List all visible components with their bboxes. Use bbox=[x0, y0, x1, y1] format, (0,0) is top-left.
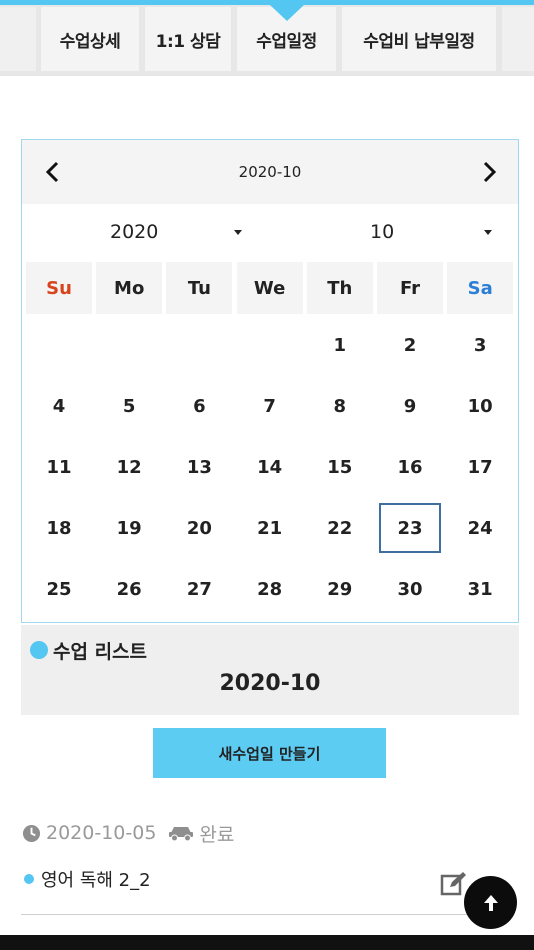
tab-bar: 수업상세 1:1 상담 수업일정 수업비 납부일정 bbox=[0, 0, 534, 76]
lesson-meta: 2020-10-05 완료 bbox=[22, 820, 234, 846]
calendar-day[interactable]: 17 bbox=[449, 442, 511, 492]
calendar-selects: 2020 10 bbox=[22, 204, 518, 260]
bullet-icon bbox=[24, 874, 34, 884]
calendar-day[interactable]: 8 bbox=[309, 381, 371, 431]
tab-lesson-detail[interactable]: 수업상세 bbox=[41, 7, 139, 71]
caret-down-icon bbox=[234, 230, 242, 235]
tab-edge-right bbox=[502, 7, 534, 71]
chevron-left-icon bbox=[45, 161, 59, 183]
calendar-day[interactable]: 22 bbox=[309, 503, 371, 553]
calendar-day[interactable]: 31 bbox=[449, 564, 511, 614]
system-navigation-bar bbox=[0, 935, 534, 950]
calendar-day[interactable]: 11 bbox=[28, 442, 90, 492]
arrow-up-icon bbox=[483, 894, 498, 911]
lesson-item[interactable]: 영어 독해 2_2 bbox=[24, 866, 151, 892]
lesson-list-month: 2020-10 bbox=[219, 671, 321, 696]
calendar-day[interactable]: 6 bbox=[168, 381, 230, 431]
calendar-day[interactable]: 1 bbox=[309, 320, 371, 370]
tab-bar-accent-line bbox=[0, 0, 534, 5]
calendar-day[interactable]: 27 bbox=[168, 564, 230, 614]
calendar-day[interactable]: 16 bbox=[379, 442, 441, 492]
prev-month-button[interactable] bbox=[34, 154, 70, 190]
calendar-day[interactable]: 3 bbox=[449, 320, 511, 370]
calendar-day[interactable]: 29 bbox=[309, 564, 371, 614]
weekday-header-row: Su Mo Tu We Th Fr Sa bbox=[26, 262, 516, 314]
weekday-tu: Tu bbox=[166, 262, 233, 314]
calendar-day[interactable]: 21 bbox=[239, 503, 301, 553]
lesson-status: 완료 bbox=[199, 823, 235, 846]
calendar-day[interactable]: 9 bbox=[379, 381, 441, 431]
tab-lesson-schedule[interactable]: 수업일정 bbox=[237, 5, 336, 71]
calendar-day[interactable]: 2 bbox=[379, 320, 441, 370]
create-lesson-button[interactable]: 새수업일 만들기 bbox=[153, 728, 386, 778]
calendar-day[interactable]: 19 bbox=[98, 503, 160, 553]
tab-payment-schedule[interactable]: 수업비 납부일정 bbox=[342, 7, 496, 71]
calendar-day-today[interactable]: 23 bbox=[379, 503, 441, 553]
next-month-button[interactable] bbox=[472, 154, 508, 190]
lesson-title: 영어 독해 2_2 bbox=[41, 870, 151, 891]
year-select-value: 2020 bbox=[110, 221, 159, 243]
weekday-th: Th bbox=[306, 262, 373, 314]
edit-icon[interactable] bbox=[440, 870, 468, 896]
calendar-day[interactable]: 12 bbox=[98, 442, 160, 492]
calendar-day[interactable]: 15 bbox=[309, 442, 371, 492]
weekday-su: Su bbox=[26, 262, 92, 314]
calendar-title: 2020-10 bbox=[238, 163, 302, 181]
calendar-day[interactable]: 7 bbox=[239, 381, 301, 431]
month-select-value: 10 bbox=[370, 221, 395, 243]
calendar-day[interactable]: 5 bbox=[98, 381, 160, 431]
scroll-top-button[interactable] bbox=[464, 876, 517, 929]
active-tab-indicator bbox=[269, 5, 304, 21]
tab-edge-left bbox=[0, 7, 36, 71]
calendar-day[interactable]: 30 bbox=[379, 564, 441, 614]
calendar-day[interactable]: 14 bbox=[239, 442, 301, 492]
lesson-list-header: 수업 리스트 2020-10 bbox=[21, 625, 519, 715]
calendar-day[interactable]: 10 bbox=[449, 381, 511, 431]
calendar: 2020-10 2020 10 Su Mo Tu We Th Fr Sa 123456789… bbox=[21, 139, 519, 623]
calendar-day[interactable]: 28 bbox=[239, 564, 301, 614]
calendar-day[interactable]: 18 bbox=[28, 503, 90, 553]
calendar-day[interactable]: 20 bbox=[168, 503, 230, 553]
weekday-sa: Sa bbox=[447, 262, 514, 314]
calendar-day[interactable]: 25 bbox=[28, 564, 90, 614]
calendar-day[interactable]: 4 bbox=[28, 381, 90, 431]
month-select[interactable]: 10 bbox=[284, 204, 496, 260]
caret-down-icon bbox=[484, 230, 492, 235]
calendar-day[interactable]: 26 bbox=[98, 564, 160, 614]
chevron-right-icon bbox=[483, 161, 497, 183]
weekday-we: We bbox=[236, 262, 303, 314]
car-icon bbox=[169, 827, 194, 842]
tab-consultation[interactable]: 1:1 상담 bbox=[145, 7, 231, 71]
bullet-icon bbox=[30, 641, 48, 659]
clock-icon bbox=[22, 824, 41, 842]
weekday-fr: Fr bbox=[377, 262, 443, 314]
calendar-header: 2020-10 bbox=[22, 140, 518, 204]
divider bbox=[21, 914, 499, 915]
lesson-date: 2020-10-05 bbox=[46, 822, 157, 844]
year-select[interactable]: 2020 bbox=[36, 204, 248, 260]
weekday-mo: Mo bbox=[96, 262, 163, 314]
calendar-day[interactable]: 13 bbox=[168, 442, 230, 492]
lesson-list-label: 수업 리스트 bbox=[53, 641, 148, 663]
calendar-day[interactable]: 24 bbox=[449, 503, 511, 553]
